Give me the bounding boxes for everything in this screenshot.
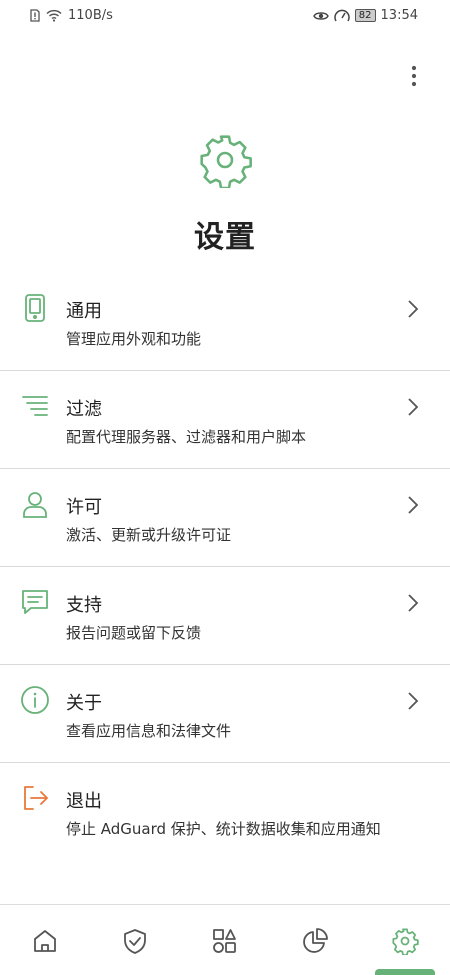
- battery-indicator: 82: [354, 9, 376, 22]
- menu-item-subtitle: 管理应用外观和功能: [66, 330, 202, 348]
- chevron-right-icon: [408, 398, 419, 416]
- menu-item-logout[interactable]: 退出 停止 AdGuard 保护、统计数据收集和应用通知: [0, 763, 450, 861]
- menu-item-subtitle: 停止 AdGuard 保护、统计数据收集和应用通知: [66, 820, 381, 838]
- menu-item-support[interactable]: 支持 报告问题或留下反馈: [0, 567, 450, 665]
- menu-item-title: 退出: [66, 791, 102, 812]
- status-right: 82 13:54: [313, 8, 418, 23]
- status-bar: 110B/s 82 13:54: [0, 0, 450, 32]
- more-options-button[interactable]: [402, 62, 426, 90]
- menu-item-subtitle: 配置代理服务器、过滤器和用户脚本: [66, 428, 307, 446]
- page-title: 设置: [194, 220, 256, 255]
- chevron-right-icon: [408, 300, 419, 318]
- tab-activity[interactable]: [180, 905, 270, 975]
- eye-icon: [313, 11, 329, 20]
- menu-item-subtitle: 报告问题或留下反馈: [66, 624, 202, 642]
- pie-chart-icon: [303, 928, 328, 953]
- menu-item-license[interactable]: 许可 激活、更新或升级许可证: [0, 469, 450, 567]
- menu-item-filtering[interactable]: 过滤 配置代理服务器、过滤器和用户脚本: [0, 371, 450, 469]
- settings-menu: 通用 管理应用外观和功能 过滤 配置代理服务器、过滤器和用户脚本 许可 激活、更…: [0, 273, 450, 861]
- menu-item-about[interactable]: 关于 查看应用信息和法律文件: [0, 665, 450, 763]
- phone-icon: [25, 294, 45, 322]
- home-icon: [34, 930, 56, 952]
- more-vertical-icon: [411, 65, 417, 87]
- filter-lines-icon: [22, 396, 48, 416]
- user-icon: [23, 492, 47, 518]
- tab-protection[interactable]: [90, 905, 180, 975]
- menu-item-subtitle: 激活、更新或升级许可证: [66, 526, 232, 544]
- chevron-right-icon: [408, 594, 419, 612]
- clock: 13:54: [380, 8, 418, 23]
- menu-item-title: 支持: [66, 595, 102, 616]
- shield-check-icon: [124, 929, 146, 954]
- tab-statistics[interactable]: [270, 905, 360, 975]
- logout-icon: [24, 786, 48, 810]
- menu-item-title: 许可: [66, 497, 102, 518]
- chevron-right-icon: [408, 496, 419, 514]
- wifi-icon: [46, 9, 62, 22]
- network-speed: 110B/s: [68, 8, 113, 23]
- menu-item-subtitle: 查看应用信息和法律文件: [66, 722, 232, 740]
- menu-item-title: 关于: [66, 693, 102, 714]
- chat-icon: [22, 590, 48, 614]
- apps-grid-icon: [213, 929, 236, 953]
- tab-home[interactable]: [0, 905, 90, 975]
- menu-item-title: 过滤: [66, 399, 102, 420]
- speedometer-icon: [334, 9, 350, 21]
- menu-item-general[interactable]: 通用 管理应用外观和功能: [0, 273, 450, 371]
- settings-gear-icon: [392, 928, 419, 955]
- status-left: 110B/s: [30, 8, 113, 23]
- active-tab-indicator: [375, 969, 435, 975]
- menu-item-title: 通用: [66, 301, 102, 322]
- sim-alert-icon: [30, 9, 40, 22]
- info-icon: [21, 686, 49, 714]
- bottom-navigation: [0, 904, 450, 975]
- tab-settings[interactable]: [360, 905, 450, 975]
- gear-icon: [200, 135, 252, 188]
- chevron-right-icon: [408, 692, 419, 710]
